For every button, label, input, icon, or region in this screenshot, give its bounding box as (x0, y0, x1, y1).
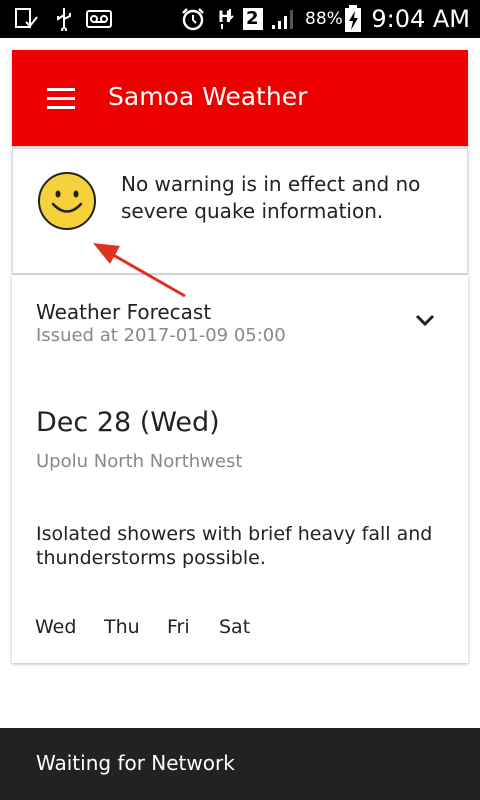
signal-icon (272, 10, 293, 29)
app-title: Samoa Weather (108, 82, 308, 111)
day-tab-sat[interactable]: Sat (219, 614, 250, 640)
status-bar: H 2 88% 9:04 AM (0, 0, 480, 38)
forecast-date: Dec 28 (Wed) (36, 407, 220, 438)
alarm-icon (182, 8, 204, 31)
sim-2-icon: 2 (243, 8, 263, 30)
status-time: 9:04 AM (371, 5, 470, 33)
battery-charging-icon (345, 5, 361, 32)
day-tab-thu[interactable]: Thu (104, 614, 140, 640)
chevron-down-icon[interactable] (414, 313, 436, 327)
warning-message: No warning is in effect and no severe qu… (121, 172, 421, 223)
smiley-face-icon (38, 172, 96, 230)
forecast-description: Isolated showers with brief heavy fall a… (36, 523, 433, 569)
day-tab-wed[interactable]: Wed (35, 614, 76, 640)
network-snackbar: Waiting for Network (0, 728, 480, 800)
warning-card: No warning is in effect and no severe qu… (12, 148, 468, 274)
forecast-region: Upolu North Northwest (36, 451, 243, 472)
hamburger-menu-icon[interactable] (47, 88, 75, 110)
data-transfer-icon: H (218, 7, 234, 29)
snackbar-message: Waiting for Network (36, 751, 235, 775)
usb-icon (57, 8, 71, 31)
forecast-title: Weather Forecast (36, 300, 212, 324)
voicemail-icon (86, 10, 112, 28)
screenshot-notification-icon (15, 8, 38, 28)
day-tab-fri[interactable]: Fri (167, 614, 190, 640)
forecast-card: Weather Forecast Issued at 2017-01-09 05… (12, 275, 468, 663)
forecast-issued-time: Issued at 2017-01-09 05:00 (36, 325, 286, 346)
app-bar: Samoa Weather (12, 50, 468, 146)
sim-slot-number: 2 (246, 8, 259, 29)
battery-percent: 88% (305, 9, 343, 29)
